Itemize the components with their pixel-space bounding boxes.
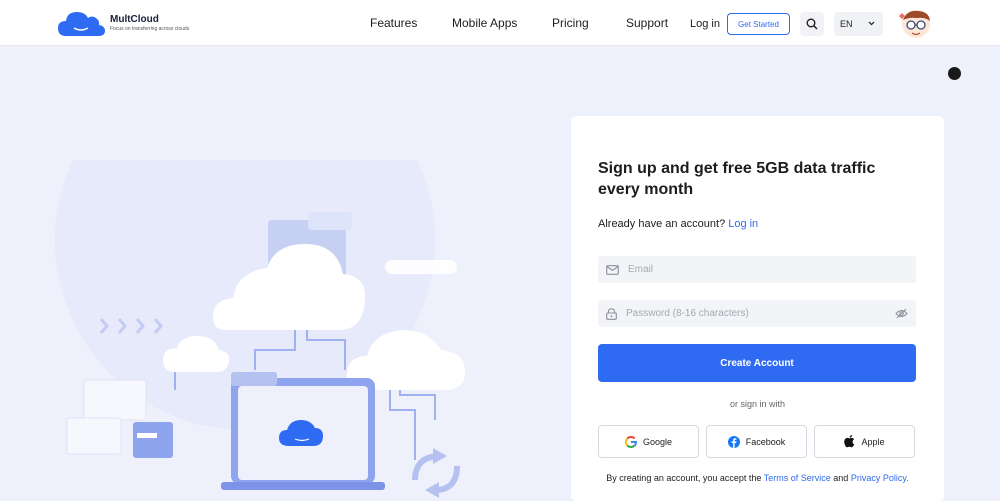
password-input[interactable] [626, 308, 876, 319]
or-sign-in-text: or sign in with [729, 399, 786, 409]
nav-pricing[interactable]: Pricing [552, 16, 589, 30]
apple-label: Apple [861, 436, 885, 447]
cloud-transfer-illustration [55, 160, 465, 498]
google-label: Google [642, 436, 673, 447]
search-icon [806, 18, 818, 30]
nav-mobile-apps[interactable]: Mobile Apps [452, 16, 517, 30]
logo[interactable]: MultCloud Focus on transferring across c… [56, 8, 189, 38]
login-link[interactable]: Log in [690, 18, 720, 30]
email-field[interactable] [598, 256, 916, 283]
floating-dot [948, 67, 961, 80]
apple-signin-button[interactable]: Apple [814, 425, 915, 458]
password-field[interactable] [598, 300, 916, 327]
avatar-icon[interactable] [897, 8, 935, 40]
top-navbar: MultCloud Focus on transferring across c… [0, 0, 1000, 46]
have-account-text: Already have an account? [598, 218, 726, 230]
email-input[interactable] [628, 264, 878, 275]
language-select[interactable]: EN [834, 12, 883, 36]
google-signin-button[interactable]: Google [598, 425, 699, 458]
logo-slogan: Focus on transferring across clouds [110, 25, 190, 32]
chevron-down-icon [868, 21, 875, 26]
facebook-icon [727, 435, 740, 448]
terms-text: By creating an account, you accept the T… [571, 473, 944, 483]
search-button[interactable] [800, 12, 824, 36]
cloud-logo-icon [58, 12, 105, 36]
lock-icon [606, 307, 617, 320]
nav-support[interactable]: Support [626, 16, 668, 30]
create-account-button[interactable]: Create Account [598, 344, 916, 382]
nav-features[interactable]: Features [370, 16, 417, 30]
mail-icon [606, 264, 619, 275]
privacy-policy-link[interactable]: Privacy Policy. [851, 473, 909, 483]
signup-title: Sign up and get free 5GB data traffic ev… [598, 160, 876, 198]
have-account-row: Already have an account? Log in [598, 218, 758, 230]
get-started-button[interactable]: Get Started [727, 13, 790, 35]
terms-and: and [833, 473, 849, 483]
terms-of-service-link[interactable]: Terms of Service [764, 473, 831, 483]
facebook-label: Facebook [745, 436, 786, 447]
terms-prefix: By creating an account, you accept the [606, 473, 762, 483]
login-link-card[interactable]: Log in [728, 218, 758, 230]
eye-off-icon[interactable] [895, 308, 908, 319]
language-label: EN [840, 19, 853, 29]
logo-name: MultCloud [110, 13, 159, 25]
apple-icon [844, 435, 855, 448]
signup-card: Sign up and get free 5GB data traffic ev… [571, 116, 944, 501]
facebook-signin-button[interactable]: Facebook [706, 425, 807, 458]
google-icon [625, 435, 637, 448]
